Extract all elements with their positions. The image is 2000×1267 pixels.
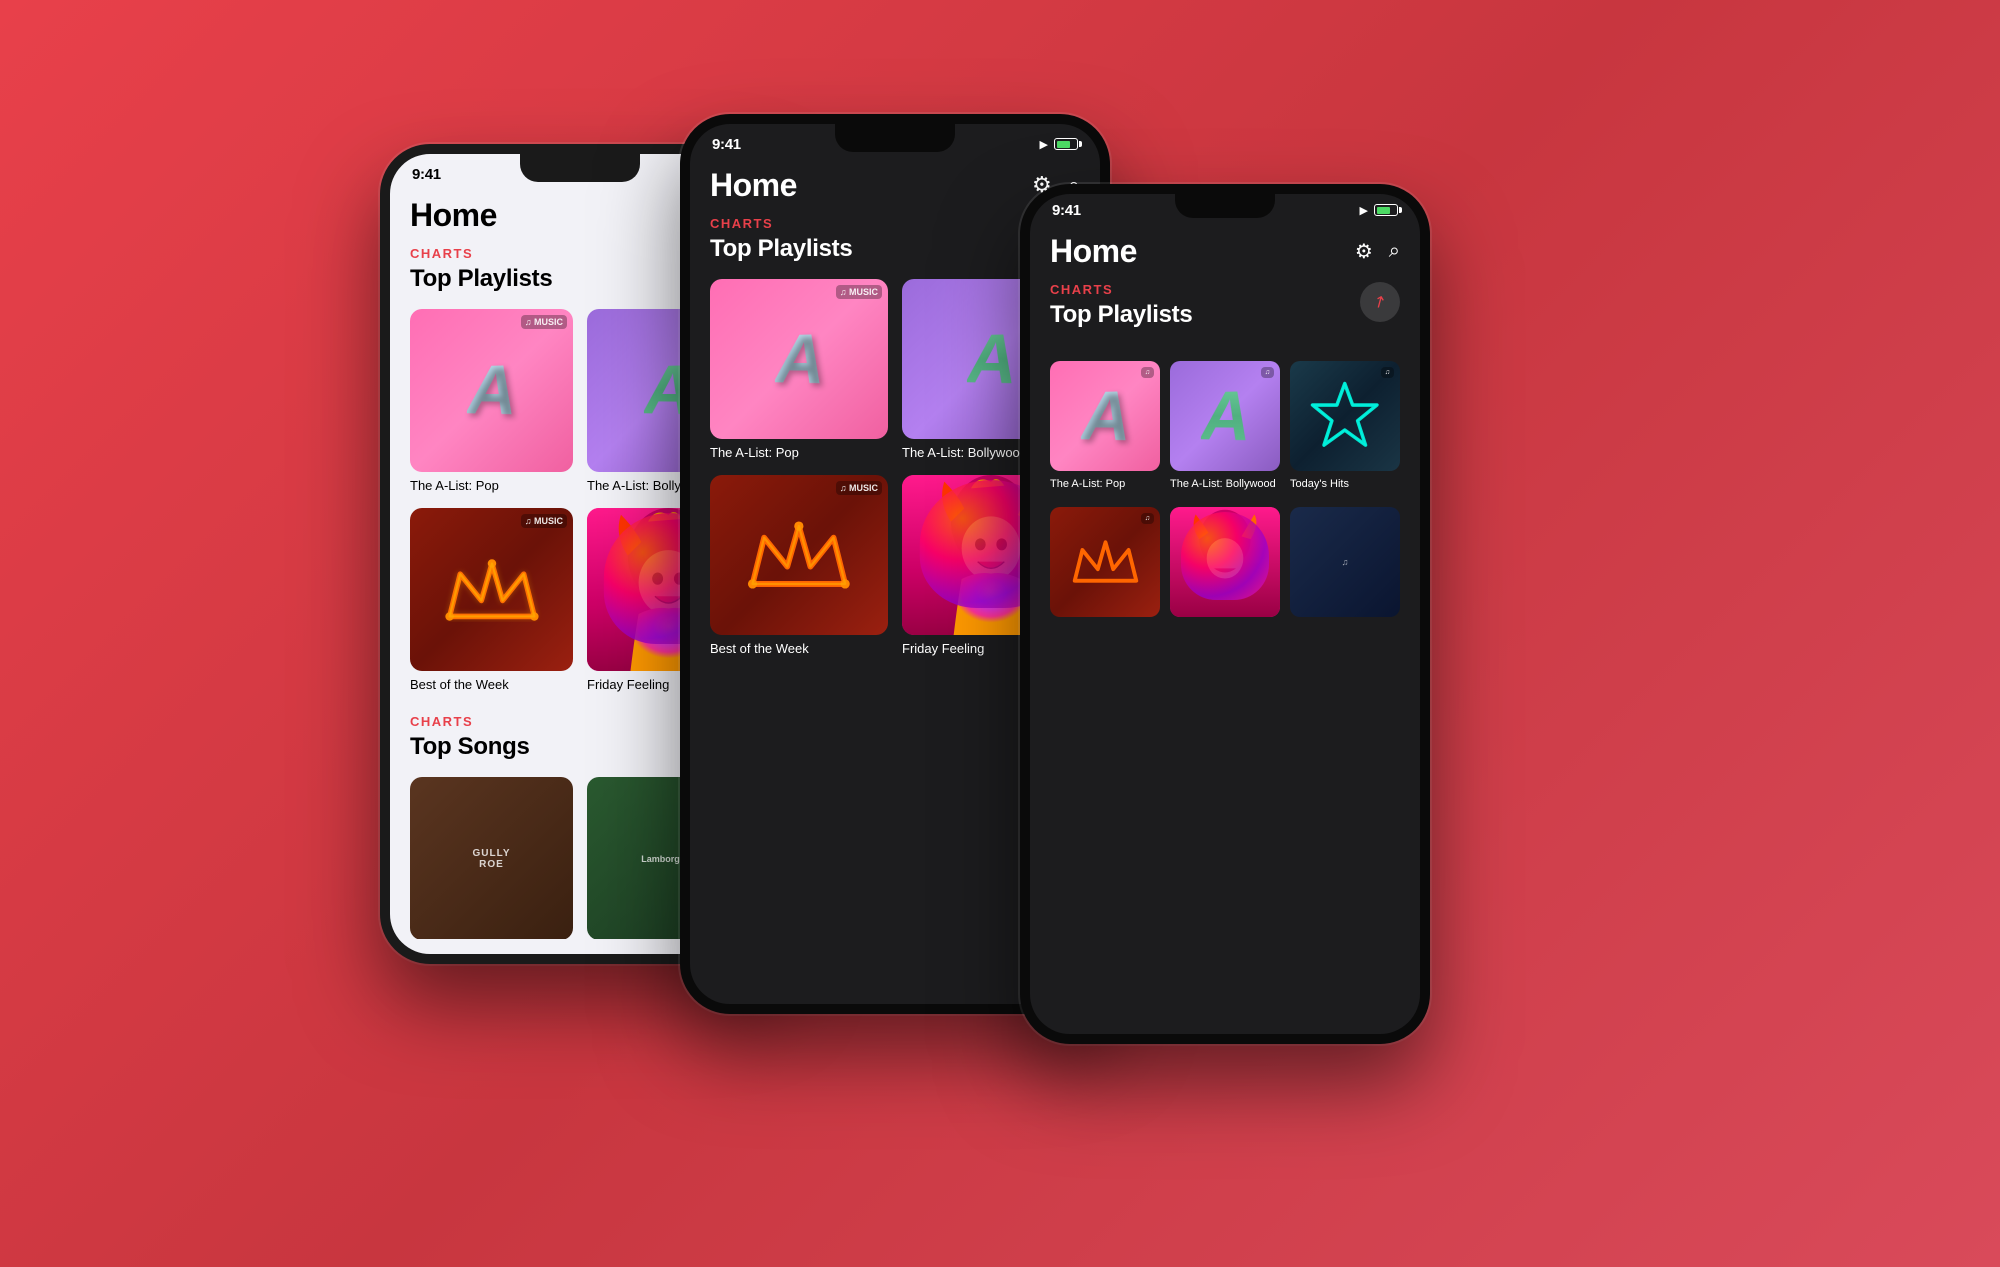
- battery-fill-3: [1377, 207, 1390, 214]
- playlist-grid-3: ♫ The A-List: Pop ♫ The A-List: Bollywoo…: [1050, 361, 1400, 491]
- playlist-name-alistpop-2: The A-List: Pop: [710, 445, 888, 462]
- playlist-item-bestweek[interactable]: ♫ MUSIC: [410, 508, 573, 694]
- playlist-item-3-todayshits[interactable]: ♫ Today's Hits: [1290, 361, 1400, 491]
- notch: [520, 154, 640, 182]
- app-title: Home: [410, 197, 497, 234]
- am-badge: ♫ MUSIC: [521, 315, 567, 329]
- bottom-row: ♫ ♫: [1050, 507, 1400, 617]
- status-time-3: 9:41: [1052, 202, 1081, 219]
- song-item-1[interactable]: GULLYROE: [410, 777, 573, 938]
- artwork-bestweek: ♫ MUSIC: [410, 508, 573, 671]
- location-icon-3: ▶: [1360, 204, 1368, 217]
- am-badge-3a: ♫: [1141, 367, 1154, 378]
- crown-svg-3: [1067, 523, 1144, 600]
- artwork-3-bollywood: ♫: [1170, 361, 1280, 471]
- artwork-alist-pop: ♫ MUSIC: [410, 309, 573, 472]
- playlist-name-3-bollywood: The A-List: Bollywood: [1170, 477, 1280, 491]
- playlist-name-bestweek: Best of the Week: [410, 677, 573, 694]
- header-icons-3: ⚙ ⌕: [1355, 239, 1400, 264]
- phone-dark-right: 9:41 ▶ Home ⚙ ⌕ CHARTS: [1020, 184, 1430, 1044]
- artwork-3-friday: ♫: [1170, 507, 1280, 617]
- playlist-item-3-alistpop[interactable]: ♫ The A-List: Pop: [1050, 361, 1160, 491]
- playlist-item-3-bollywood[interactable]: ♫ The A-List: Bollywood: [1170, 361, 1280, 491]
- playlist-item-alistpop-2[interactable]: ♫ MUSIC The A-List: Pop: [710, 279, 888, 462]
- section-label-3: CHARTS: [1050, 282, 1360, 297]
- status-time-2: 9:41: [712, 136, 741, 153]
- app-title-3: Home: [1050, 233, 1137, 270]
- app-header-3: Home ⚙ ⌕: [1050, 225, 1400, 282]
- am-badge-2a: ♫ MUSIC: [836, 285, 882, 299]
- person-svg-3: [1170, 507, 1280, 617]
- battery-icon-3: [1374, 204, 1398, 216]
- artwork-3-extra: ♫: [1290, 507, 1400, 617]
- playlist-item-3-friday[interactable]: ♫: [1170, 507, 1280, 617]
- playlist-name-alistpop: The A-List: Pop: [410, 478, 573, 495]
- extra-label: ♫: [1338, 553, 1353, 571]
- phones-container: 9:41 ▶ Home ⚙ ⌕ CHARTS Top Playlists: [300, 84, 1700, 1184]
- artwork-3-bestweek: ♫: [1050, 507, 1160, 617]
- notch-2: [835, 124, 955, 152]
- playlist-item-3-extra[interactable]: ♫: [1290, 507, 1400, 617]
- app-header-2: Home ⚙ ⌕: [710, 159, 1080, 216]
- friday-person-3: [1170, 507, 1280, 617]
- chart-arrow-icon: ↗: [1369, 289, 1391, 313]
- status-right-3: ▶: [1360, 204, 1398, 217]
- am-badge-3d: ♫: [1141, 513, 1154, 524]
- artwork-3-alistpop: ♫: [1050, 361, 1160, 471]
- location-icon-2: ▶: [1040, 138, 1048, 151]
- playlist-name-3-alistpop: The A-List: Pop: [1050, 477, 1160, 491]
- artwork-song1: GULLYROE: [410, 777, 573, 938]
- search-icon-3[interactable]: ⌕: [1389, 240, 1400, 263]
- app-title-2: Home: [710, 167, 797, 204]
- artwork-alist-pop-2: ♫ MUSIC: [710, 279, 888, 439]
- crown-svg: [439, 537, 545, 643]
- am-badge-2c: ♫ MUSIC: [836, 481, 882, 495]
- crown-svg-2: [741, 503, 857, 607]
- battery-icon-2: [1054, 138, 1078, 150]
- playlist-name-bestweek-2: Best of the Week: [710, 641, 888, 658]
- playlist-name-3-todayshits: Today's Hits: [1290, 477, 1400, 491]
- playlist-item-3-bestweek[interactable]: ♫: [1050, 507, 1160, 617]
- star-svg: [1309, 380, 1381, 452]
- playlist-item-bestweek-2[interactable]: ♫ MUSIC Best of the Week: [710, 475, 888, 658]
- battery-body-2: [1054, 138, 1078, 150]
- section-header-titles: CHARTS Top Playlists: [1050, 282, 1360, 345]
- settings-icon-3[interactable]: ⚙: [1355, 239, 1373, 264]
- chart-button[interactable]: ↗: [1360, 282, 1400, 322]
- am-badge-3c: ♫: [1381, 367, 1394, 378]
- artwork-bestweek-2: ♫ MUSIC: [710, 475, 888, 635]
- playlist-item-alistpop[interactable]: ♫ MUSIC The A-List: Pop: [410, 309, 573, 495]
- notch-3: [1175, 194, 1275, 218]
- am-badge-3b: ♫: [1261, 367, 1274, 378]
- status-time: 9:41: [412, 166, 441, 183]
- status-right-2: ▶: [1040, 138, 1078, 151]
- section-title-3: Top Playlists: [1050, 301, 1360, 329]
- section-header-row: CHARTS Top Playlists ↗: [1050, 282, 1400, 345]
- battery-fill-2: [1057, 141, 1070, 148]
- battery-body-3: [1374, 204, 1398, 216]
- phone-content-3: Home ⚙ ⌕ CHARTS Top Playlists ↗: [1030, 225, 1420, 1015]
- artwork-3-todayshits: ♫: [1290, 361, 1400, 471]
- am-badge-bestweek: ♫ MUSIC: [521, 514, 567, 528]
